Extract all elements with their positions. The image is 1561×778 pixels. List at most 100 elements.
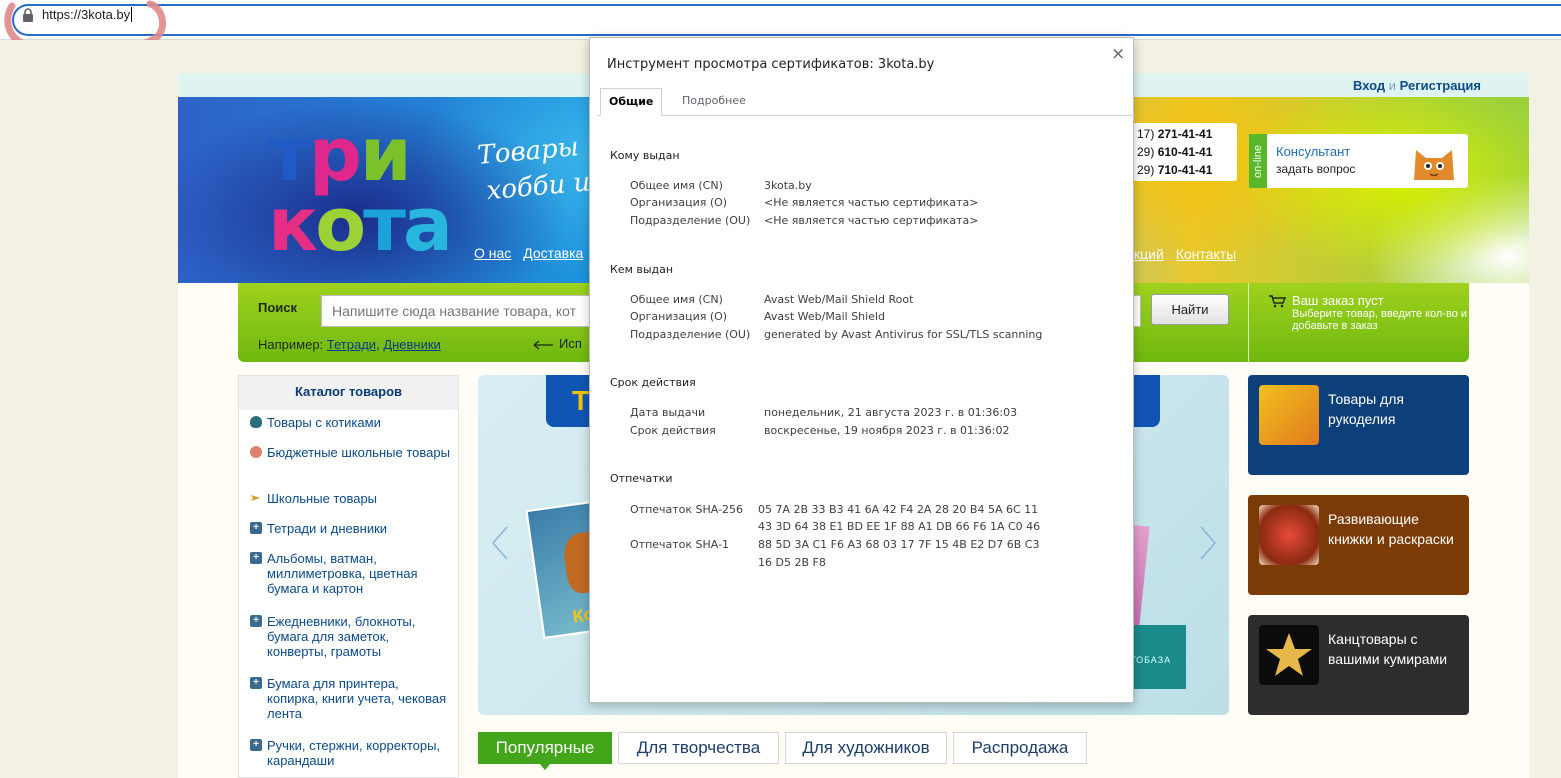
consultant-widget[interactable]: on-line Консультант задать вопрос <box>1249 134 1468 188</box>
site-tagline: Товары хобби и <box>476 128 592 210</box>
nav-delivery[interactable]: Доставка <box>523 245 583 261</box>
issued-to-ou-label: Подразделение (OU) <box>630 214 751 227</box>
plus-icon: + <box>250 739 262 751</box>
sha1-label: Отпечаток SHA-1 <box>630 538 730 551</box>
plus-icon: + <box>250 615 262 627</box>
arrow-left-icon <box>533 340 553 350</box>
catalog-item-planners[interactable]: + Ежедневники, блокноты, бумага для заме… <box>250 614 450 659</box>
star-icon <box>1259 625 1319 685</box>
issued-by-heading: Кем выдан <box>610 263 674 276</box>
tab-sale[interactable]: Распродажа <box>953 732 1087 764</box>
browser-address-bar: https://3kota.by <box>0 0 1561 40</box>
sha1-value-line-1: 88 5D 3A C1 F6 A3 68 03 17 7F 15 4B E2 D… <box>758 538 1040 551</box>
nav-promotions[interactable]: кций <box>1134 246 1164 262</box>
plus-icon: + <box>250 552 262 564</box>
expiry-date-label: Срок действия <box>630 424 716 437</box>
issue-date-value: понедельник, 21 августа 2023 г. в 01:36:… <box>764 406 1018 419</box>
validity-heading: Срок действия <box>610 376 696 389</box>
online-badge: on-line <box>1249 134 1267 188</box>
promo-crafts[interactable]: Товары для рукоделия <box>1248 375 1469 475</box>
tab-details[interactable]: Подробнее <box>674 88 754 116</box>
cat-mascot-icon <box>1414 150 1454 180</box>
example-link-diaries[interactable]: Дневники <box>383 337 441 352</box>
example-link-notebooks[interactable]: Тетради <box>327 337 376 352</box>
cart-widget[interactable]: Ваш заказ пуст Выберите товар, введите к… <box>1268 293 1472 332</box>
issued-to-cn-label: Общее имя (CN) <box>630 179 723 192</box>
pencil-icon <box>251 495 260 501</box>
carousel-prev-icon[interactable] <box>490 525 510 561</box>
cart-text: Выберите товар, введите кол-во и добавьт… <box>1292 308 1468 332</box>
cart-divider <box>1248 283 1249 362</box>
auth-links: Вход и Регистрация <box>1353 78 1481 93</box>
sha1-value-line-2: 16 D5 2B F8 <box>758 556 826 569</box>
cart-title: Ваш заказ пуст <box>1292 293 1384 308</box>
catalog-item-printer-paper[interactable]: + Бумага для принтера, копирка, книги уч… <box>250 676 450 721</box>
phone-2[interactable]: 29) 610-41-41 <box>1137 143 1233 161</box>
issued-to-cn-value: 3kota.by <box>764 179 812 192</box>
catalog-item-albums[interactable]: + Альбомы, ватман, миллиметровка, цветна… <box>250 551 450 596</box>
nav-contacts[interactable]: Контакты <box>1176 246 1236 262</box>
consultant-subtitle: задать вопрос <box>1276 162 1356 176</box>
header-nav-right: кций Контакты <box>1134 246 1244 262</box>
promo-books[interactable]: Развивающие книжки и раскраски <box>1248 495 1469 595</box>
banner-title: Т <box>572 385 590 416</box>
site-logo[interactable]: три кота <box>268 112 453 262</box>
url-text[interactable]: https://3kota.by <box>42 7 133 22</box>
elephant-icon <box>1259 505 1319 565</box>
issued-to-o-value: <Не является частью сертификата> <box>764 196 979 209</box>
issued-to-ou-value: <Не является частью сертификата> <box>764 214 979 227</box>
url-field[interactable] <box>12 4 1561 36</box>
issued-by-ou-label: Подразделение (OU) <box>630 328 751 341</box>
sha256-value-line-1: 05 7A 2B 33 B3 41 6A 42 F4 2A 28 20 B4 5… <box>758 503 1039 516</box>
phone-numbers: 17) 271-41-41 29) 610-41-41 29) 710-41-4… <box>1133 123 1237 181</box>
register-link[interactable]: Регистрация <box>1400 78 1481 93</box>
dialog-tabs: Общие Подробнее <box>598 88 1135 116</box>
issued-by-o-value: Avast Web/Mail Shield <box>764 310 886 323</box>
consultant-title: Консультант <box>1276 144 1351 159</box>
expiry-date-value: воскресенье, 19 ноября 2023 г. в 01:36:0… <box>764 424 1010 437</box>
catalog-title: Каталог товаров <box>239 376 458 410</box>
issued-to-heading: Кому выдан <box>610 149 680 162</box>
lock-icon[interactable] <box>22 8 34 22</box>
nav-about[interactable]: О нас <box>474 245 511 261</box>
tab-creativity[interactable]: Для творчества <box>618 732 779 764</box>
ball-icon <box>250 446 262 458</box>
catalog-item-budget[interactable]: Бюджетные школьные товары <box>250 445 450 460</box>
giraffe-icon <box>1259 385 1319 445</box>
logo-line-1: три <box>268 112 412 198</box>
dialog-title: Инструмент просмотра сертификатов: 3kota… <box>607 57 935 72</box>
catalog-item-cats[interactable]: Товары с котиками <box>250 415 450 430</box>
promo-books-label: Развивающие книжки и раскраски <box>1328 511 1454 547</box>
issue-date-label: Дата выдачи <box>630 406 706 419</box>
find-button[interactable]: Найти <box>1151 294 1229 325</box>
carousel-next-icon[interactable] <box>1198 525 1218 561</box>
example-prefix: Например: <box>258 337 324 352</box>
header-nav-left: О нас Доставка <box>474 245 591 261</box>
catalog-item-pens[interactable]: + Ручки, стержни, корректоры, карандаши <box>250 738 450 768</box>
catalog-item-notebooks[interactable]: + Тетради и дневники <box>250 521 450 536</box>
issued-by-cn-label: Общее имя (CN) <box>630 293 723 306</box>
search-examples: Например: Тетради, Дневники <box>258 337 441 352</box>
issued-by-o-label: Организация (O) <box>630 310 728 323</box>
fingerprints-heading: Отпечатки <box>610 472 673 485</box>
tab-popular[interactable]: Популярные <box>478 732 612 770</box>
promo-stationery-label: Канцтовары с вашими кумирами <box>1328 631 1448 667</box>
plus-icon: + <box>250 522 262 534</box>
issued-to-o-label: Организация (O) <box>630 196 728 209</box>
auth-separator: и <box>1388 78 1397 93</box>
search-hint: Исп <box>531 336 582 351</box>
tab-general[interactable]: Общие <box>600 88 663 116</box>
tab-artists[interactable]: Для художников <box>785 732 947 764</box>
issued-by-ou-value: generated by Avast Antivirus for SSL/TLS… <box>764 328 1043 341</box>
certificate-viewer-dialog: Инструмент просмотра сертификатов: 3kota… <box>589 37 1135 703</box>
sha256-label: Отпечаток SHA-256 <box>630 503 744 516</box>
close-icon[interactable]: × <box>1111 44 1125 64</box>
login-link[interactable]: Вход <box>1353 78 1385 93</box>
cart-icon <box>1269 295 1286 308</box>
phone-3[interactable]: 29) 710-41-41 <box>1137 161 1233 179</box>
issued-by-cn-value: Avast Web/Mail Shield Root <box>764 293 914 306</box>
promo-stationery[interactable]: Канцтовары с вашими кумирами <box>1248 615 1469 715</box>
catalog-item-school[interactable]: Школьные товары <box>250 491 450 506</box>
search-label: Поиск <box>258 300 298 315</box>
phone-1[interactable]: 17) 271-41-41 <box>1137 125 1233 143</box>
